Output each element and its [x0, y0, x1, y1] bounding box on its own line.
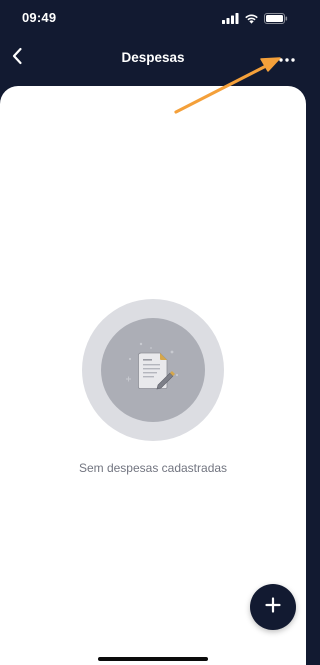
wifi-icon: [244, 11, 259, 29]
status-bar: 09:49: [0, 0, 306, 36]
plus-icon: [265, 596, 281, 618]
status-time: 09:49: [22, 10, 57, 25]
empty-state-message: Sem despesas cadastradas: [78, 461, 228, 475]
status-icons: [222, 11, 288, 29]
empty-state-illustration-inner: [101, 318, 205, 422]
nav-bar: Despesas: [0, 36, 306, 82]
empty-state-illustration: [82, 299, 224, 441]
more-options-button[interactable]: [276, 47, 298, 69]
more-horizontal-icon: [279, 49, 295, 67]
cellular-signal-icon: [222, 11, 239, 29]
main-content: Sem despesas cadastradas: [0, 86, 306, 665]
home-indicator: [98, 657, 208, 661]
page-title: Despesas: [121, 50, 185, 65]
add-expense-button[interactable]: [250, 584, 296, 630]
battery-icon: [264, 11, 288, 29]
